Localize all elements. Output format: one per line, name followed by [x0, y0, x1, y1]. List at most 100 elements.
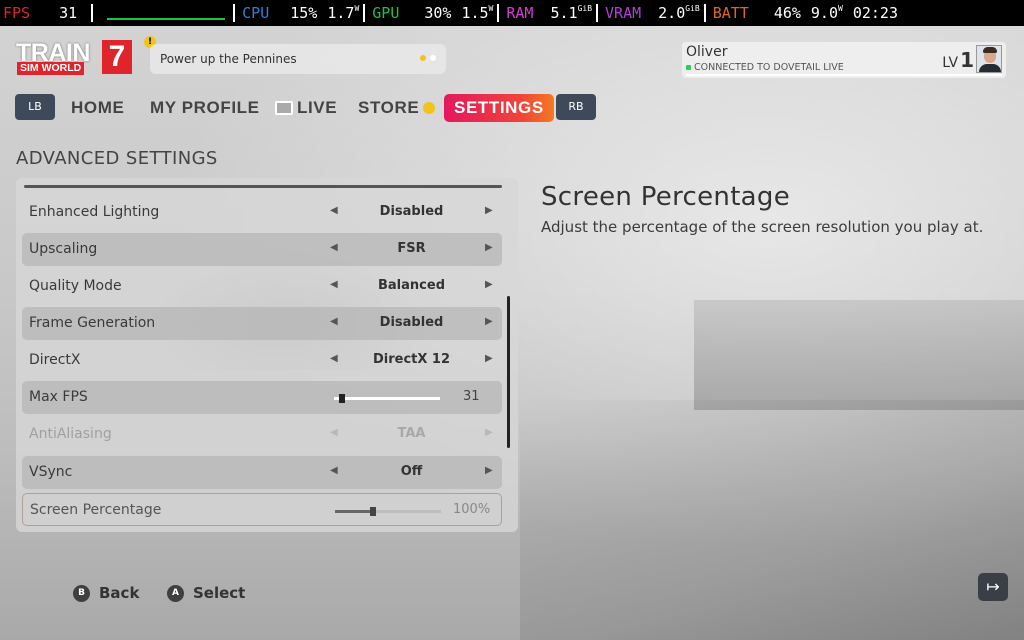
clock: 02:23 [852, 4, 898, 22]
setting-upscaling[interactable]: Upscaling ◀ FSR ▶ [22, 233, 502, 266]
game-logo: TRAIN SIM WORLD 7 [16, 40, 134, 76]
arrow-left-icon[interactable]: ◀ [330, 353, 338, 364]
exit-icon[interactable]: ↦ [978, 573, 1008, 601]
setting-label: VSync [29, 464, 73, 480]
setting-directx[interactable]: DirectX ◀ DirectX 12 ▶ [22, 344, 502, 377]
setting-value: Balanced [378, 278, 445, 293]
ram-label: RAM [506, 4, 534, 22]
arrow-right-icon[interactable]: ▶ [485, 205, 493, 216]
list-scrollbar[interactable] [507, 296, 510, 448]
setting-antialiasing: AntiAliasing ◀ TAA ▶ [22, 418, 502, 451]
arrow-right-icon[interactable]: ▶ [485, 316, 493, 327]
setting-value: 31 [463, 389, 480, 404]
frametime-graph [107, 6, 226, 20]
back-label: Back [99, 584, 140, 602]
slider-handle[interactable] [339, 394, 345, 403]
separator [233, 4, 236, 22]
separator [596, 4, 599, 22]
setting-value: Disabled [379, 204, 444, 219]
lb-bumper-button[interactable]: LB [15, 94, 55, 120]
tab-store[interactable]: STORE [358, 94, 436, 122]
logo-subtitle: SIM WORLD [17, 62, 85, 75]
battery-label: BATT [712, 4, 749, 22]
tab-live[interactable]: LIVE [275, 94, 337, 122]
tab-settings[interactable]: SETTINGS [444, 94, 554, 122]
performance-overlay: FPS 31 CPU 15% 1.7W GPU 30% 1.5W RAM 5.1… [0, 0, 1024, 26]
max-fps-slider[interactable] [334, 394, 440, 403]
rb-bumper-button[interactable]: RB [556, 94, 596, 120]
background-station [694, 300, 1024, 410]
tab-my-profile[interactable]: MY PROFILE [150, 94, 260, 122]
news-text: Power up the Pennines [160, 52, 297, 66]
tab-store-label: STORE [358, 98, 420, 117]
separator [363, 4, 366, 22]
tab-live-label: LIVE [297, 98, 338, 117]
setting-screen-percentage[interactable]: Screen Percentage 100% [22, 493, 502, 526]
advanced-settings-list[interactable]: Enhanced Lighting ◀ Disabled ▶ Upscaling… [16, 178, 518, 532]
setting-max-fps[interactable]: Max FPS 31 [22, 381, 502, 414]
setting-label: Max FPS [29, 389, 88, 405]
arrow-left-icon[interactable]: ◀ [330, 279, 338, 290]
setting-label: Upscaling [29, 241, 98, 257]
back-button[interactable]: B Back [73, 584, 139, 602]
arrow-left-icon: ◀ [330, 427, 338, 438]
store-alert-icon [423, 102, 436, 114]
arrow-right-icon[interactable]: ▶ [485, 465, 493, 476]
gpu-usage: 30% [424, 4, 452, 22]
profile-card[interactable]: Oliver CONNECTED TO DOVETAIL LIVE LV 1 [682, 42, 1006, 78]
arrow-right-icon[interactable]: ▶ [485, 242, 493, 253]
connection-status: CONNECTED TO DOVETAIL LIVE [686, 62, 844, 73]
arrow-right-icon: ▶ [485, 427, 493, 438]
setting-value: Off [400, 464, 423, 479]
profile-name: Oliver [686, 44, 728, 60]
fps-label: FPS [3, 4, 31, 22]
level-value: 1 [960, 48, 974, 72]
setting-value: 100% [453, 502, 491, 517]
cpu-label: CPU [242, 4, 270, 22]
setting-value: FSR [397, 241, 426, 256]
arrow-right-icon[interactable]: ▶ [485, 353, 493, 364]
news-pagination [420, 55, 436, 61]
background-railway [520, 400, 1024, 640]
vram-label: VRAM [605, 4, 642, 22]
arrow-right-icon[interactable]: ▶ [485, 279, 493, 290]
slider-handle[interactable] [370, 507, 376, 516]
cpu-usage: 15% [290, 4, 318, 22]
arrow-left-icon[interactable]: ◀ [330, 465, 338, 476]
setting-label: Screen Percentage [30, 502, 162, 518]
select-label: Select [193, 584, 246, 602]
setting-label: DirectX [29, 352, 81, 368]
tab-home[interactable]: HOME [71, 94, 124, 122]
arrow-left-icon[interactable]: ◀ [330, 242, 338, 253]
arrow-left-icon[interactable]: ◀ [330, 205, 338, 216]
setting-vsync[interactable]: VSync ◀ Off ▶ [22, 456, 502, 489]
gpu-label: GPU [372, 4, 400, 22]
setting-value: TAA [397, 426, 426, 441]
setting-quality-mode[interactable]: Quality Mode ◀ Balanced ▶ [22, 270, 502, 303]
cpu-power: 1.7W [327, 4, 360, 22]
level-label: LV [942, 55, 959, 71]
a-button-icon: A [167, 584, 184, 602]
vram-value: 2.0GiB [658, 4, 700, 22]
xp-progress-bar [686, 74, 1002, 76]
setting-description-title: Screen Percentage [541, 182, 791, 212]
battery-power: 9.0W [810, 4, 843, 22]
arrow-left-icon[interactable]: ◀ [330, 316, 338, 327]
setting-frame-generation[interactable]: Frame Generation ◀ Disabled ▶ [22, 307, 502, 340]
avatar [976, 45, 1002, 73]
setting-value: DirectX 12 [372, 352, 451, 367]
live-icon [275, 101, 293, 115]
news-ticker[interactable]: Power up the Pennines [150, 44, 446, 74]
setting-description-text: Adjust the percentage of the screen reso… [541, 218, 984, 236]
screen-percentage-slider[interactable] [335, 507, 441, 516]
select-button[interactable]: A Select [167, 584, 245, 602]
b-button-icon: B [73, 584, 90, 602]
setting-label: Frame Generation [29, 315, 156, 331]
setting-label: Enhanced Lighting [29, 204, 160, 220]
connection-status-text: CONNECTED TO DOVETAIL LIVE [694, 62, 844, 73]
setting-label: Quality Mode [29, 278, 122, 294]
online-indicator-icon [686, 65, 691, 70]
gpu-power: 1.5W [461, 4, 494, 22]
setting-enhanced-lighting[interactable]: Enhanced Lighting ◀ Disabled ▶ [22, 196, 502, 229]
slider-fill [335, 510, 370, 513]
